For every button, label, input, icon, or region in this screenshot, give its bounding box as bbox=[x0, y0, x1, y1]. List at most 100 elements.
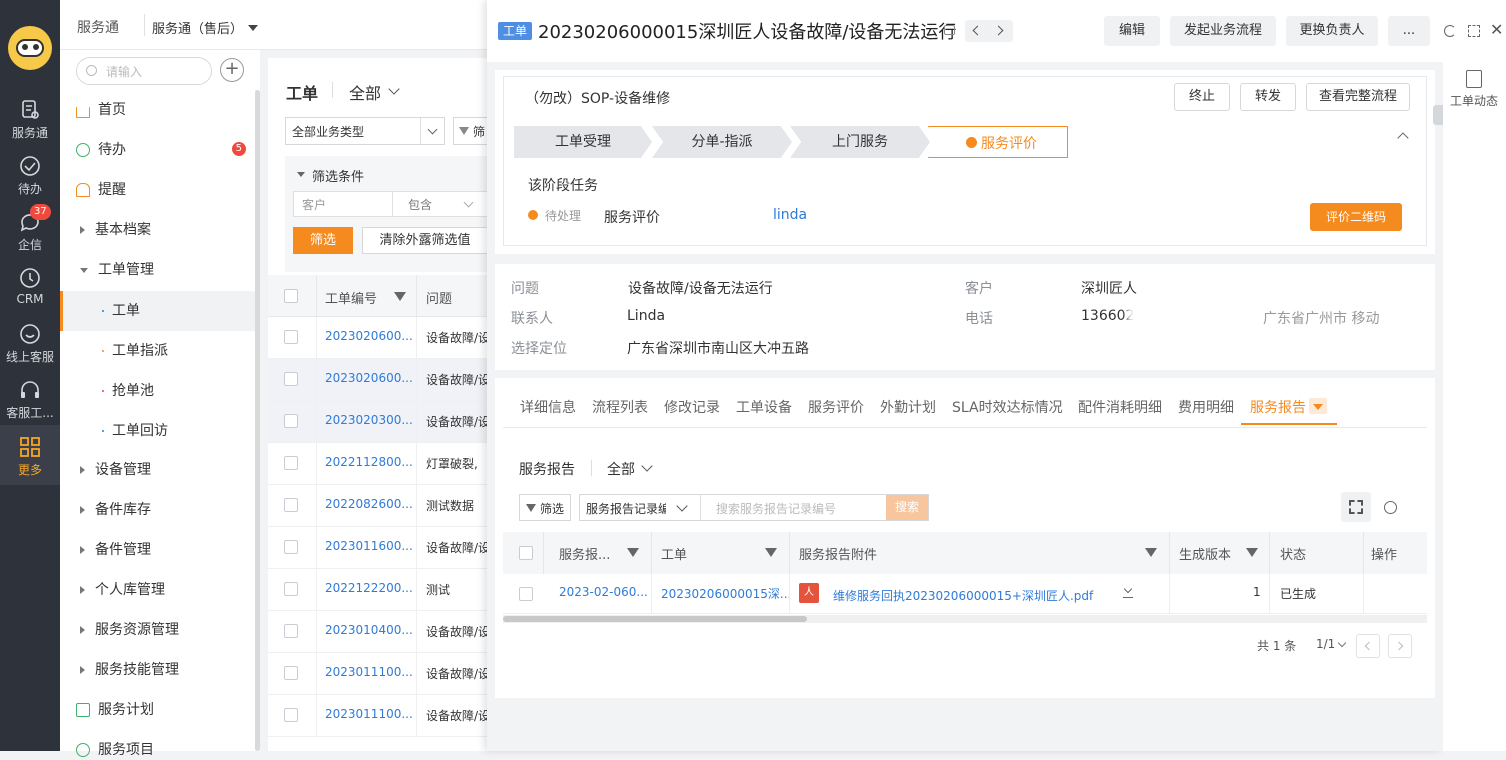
expand-table-icon[interactable] bbox=[1341, 492, 1371, 522]
row-checkbox[interactable] bbox=[284, 372, 298, 386]
submenu-assign[interactable]: 工单指派 bbox=[60, 331, 255, 371]
caret-down-icon[interactable] bbox=[248, 25, 258, 31]
table-row[interactable]: 2023011100... 设备故障/设 bbox=[268, 695, 490, 737]
fullscreen-icon[interactable] bbox=[1468, 25, 1480, 37]
view-select[interactable]: 全部 bbox=[349, 80, 381, 104]
step-onsite[interactable]: 上门服务 bbox=[790, 126, 930, 158]
change-owner-button[interactable]: 更换负责人 bbox=[1286, 16, 1378, 46]
tab-8[interactable]: 费用明细 bbox=[1178, 397, 1234, 417]
menu-personal[interactable]: 个人库管理 bbox=[76, 580, 165, 600]
menu-project[interactable]: 服务项目 bbox=[76, 740, 154, 760]
table-scrollbar-thumb[interactable] bbox=[503, 616, 807, 622]
page-indicator[interactable]: 1/1 bbox=[1316, 637, 1335, 651]
order-no-link[interactable]: 2023020600... bbox=[325, 371, 413, 385]
clear-filter-button[interactable]: 清除外露筛选值 bbox=[362, 227, 488, 254]
tab-9[interactable]: 服务报告 bbox=[1250, 397, 1306, 417]
activity-label[interactable]: 工单动态 bbox=[1450, 92, 1498, 109]
full-flow-button[interactable]: 查看完整流程 bbox=[1306, 83, 1410, 111]
close-icon[interactable]: ✕ bbox=[1490, 22, 1503, 38]
step-assign[interactable]: 分单-指派 bbox=[652, 126, 792, 158]
table-row[interactable]: 2023020600... 设备故障/设 bbox=[268, 317, 490, 359]
order-no-link[interactable]: 2022112800... bbox=[325, 455, 413, 469]
report-no-link[interactable]: 2023-02-060... bbox=[559, 585, 648, 599]
tab-6[interactable]: SLA时效达标情况 bbox=[952, 397, 1063, 417]
tab-7[interactable]: 配件消耗明细 bbox=[1078, 397, 1162, 417]
row-checkbox[interactable] bbox=[284, 540, 298, 554]
type-select[interactable]: 全部业务类型 bbox=[285, 117, 445, 145]
more-button[interactable]: ... bbox=[1388, 16, 1430, 46]
order-no-link[interactable]: 2023011100... bbox=[325, 665, 413, 679]
table-row[interactable]: 2023011100... 设备故障/设 bbox=[268, 653, 490, 695]
step-accept[interactable]: 工单受理 bbox=[514, 126, 652, 158]
search-button[interactable]: 搜索 bbox=[886, 495, 928, 520]
rail-todo[interactable]: 待办 bbox=[0, 154, 60, 198]
menu-home[interactable]: 首页 bbox=[76, 100, 126, 120]
tab-2[interactable]: 修改记录 bbox=[664, 397, 720, 417]
add-icon[interactable]: + bbox=[220, 58, 244, 82]
row-checkbox[interactable] bbox=[284, 708, 298, 722]
submenu-order[interactable]: 工单 bbox=[60, 291, 255, 331]
attachment-link[interactable]: 维修服务回执20230206000015+深圳匠人.pdf bbox=[833, 587, 1093, 604]
row-checkbox[interactable] bbox=[519, 587, 533, 601]
tab-dropdown-icon[interactable] bbox=[1309, 398, 1327, 414]
row-checkbox[interactable] bbox=[284, 456, 298, 470]
prev-icon[interactable] bbox=[972, 25, 983, 36]
order-no-link[interactable]: 2022122200... bbox=[325, 581, 413, 595]
prev-page-button[interactable] bbox=[1356, 634, 1380, 658]
funnel-icon[interactable] bbox=[1246, 548, 1258, 557]
filter-condition[interactable]: 客户 包含 bbox=[293, 191, 491, 217]
report-view[interactable]: 全部 bbox=[607, 459, 635, 479]
order-no-link[interactable]: 2023020600... bbox=[325, 329, 413, 343]
tab-5[interactable]: 外勤计划 bbox=[880, 397, 936, 417]
task-user[interactable]: linda bbox=[773, 207, 807, 223]
location-link[interactable]: 广东省深圳市南山区大冲五路 bbox=[627, 338, 809, 358]
row-checkbox[interactable] bbox=[284, 498, 298, 512]
edit-button[interactable]: 编辑 bbox=[1104, 16, 1160, 46]
order-no-link[interactable]: 2023011600... bbox=[325, 539, 413, 553]
tab-3[interactable]: 工单设备 bbox=[736, 397, 792, 417]
tab-1[interactable]: 流程列表 bbox=[592, 397, 648, 417]
menu-scrollbar[interactable] bbox=[255, 90, 260, 751]
step-evaluate[interactable]: 服务评价 bbox=[928, 126, 1068, 158]
qr-code-button[interactable]: 评价二维码 bbox=[1310, 203, 1402, 231]
submenu-pool[interactable]: 抢单池 bbox=[60, 371, 255, 411]
table-row[interactable]: 2023010400... 设备故障/设 bbox=[268, 611, 490, 653]
select-all-checkbox[interactable] bbox=[519, 546, 533, 560]
submenu-revisit[interactable]: 工单回访 bbox=[60, 411, 255, 451]
tab-4[interactable]: 服务评价 bbox=[808, 397, 864, 417]
row-checkbox[interactable] bbox=[284, 666, 298, 680]
menu-device[interactable]: 设备管理 bbox=[76, 460, 151, 480]
stop-button[interactable]: 终止 bbox=[1174, 83, 1230, 111]
rail-helpdesk[interactable]: 客服工... bbox=[0, 378, 60, 422]
refresh-icon[interactable] bbox=[1444, 25, 1456, 37]
search-input[interactable]: 请输入 bbox=[106, 63, 142, 80]
funnel-icon[interactable] bbox=[765, 548, 777, 557]
table-row[interactable]: 2023011600... 设备故障/设 bbox=[268, 527, 490, 569]
filter-operator[interactable]: 包含 bbox=[408, 196, 432, 213]
menu-todo[interactable]: 待办 5 bbox=[76, 140, 246, 160]
menu-order-mgmt[interactable]: 工单管理 bbox=[76, 260, 154, 280]
menu-plan[interactable]: 服务计划 bbox=[76, 700, 154, 720]
menu-resource[interactable]: 服务资源管理 bbox=[76, 620, 179, 640]
start-flow-button[interactable]: 发起业务流程 bbox=[1170, 16, 1276, 46]
next-icon[interactable] bbox=[993, 25, 1004, 36]
menu-basic[interactable]: 基本档案 bbox=[76, 220, 151, 240]
order-no-link[interactable]: 2023011100... bbox=[325, 707, 413, 721]
menu-remind[interactable]: 提醒 bbox=[76, 180, 126, 200]
menu-search[interactable]: 请输入 bbox=[76, 57, 212, 85]
settings-icon[interactable] bbox=[1384, 501, 1397, 514]
funnel-icon[interactable] bbox=[627, 548, 639, 557]
order-no-link[interactable]: 2023020300... bbox=[325, 413, 413, 427]
rail-online-service[interactable]: 线上客服 bbox=[0, 322, 60, 366]
table-row[interactable]: 2022122200... 测试 bbox=[268, 569, 490, 611]
rail-crm[interactable]: CRM bbox=[0, 266, 60, 310]
table-row[interactable]: 2022082600... 测试数据 bbox=[268, 485, 490, 527]
next-page-button[interactable] bbox=[1388, 634, 1412, 658]
unlock-icon[interactable] bbox=[944, 25, 955, 35]
search-field-select[interactable]: 服务报告记录编 bbox=[586, 500, 666, 517]
table-row[interactable]: 2023020300... 设备故障/设 bbox=[268, 401, 490, 443]
customer-link[interactable]: 深圳匠人 bbox=[1081, 278, 1137, 298]
activity-icon[interactable] bbox=[1466, 70, 1482, 88]
rail-chat[interactable]: 企信 37 bbox=[0, 204, 60, 254]
scope-select[interactable]: 服务通（售后） bbox=[152, 18, 243, 37]
